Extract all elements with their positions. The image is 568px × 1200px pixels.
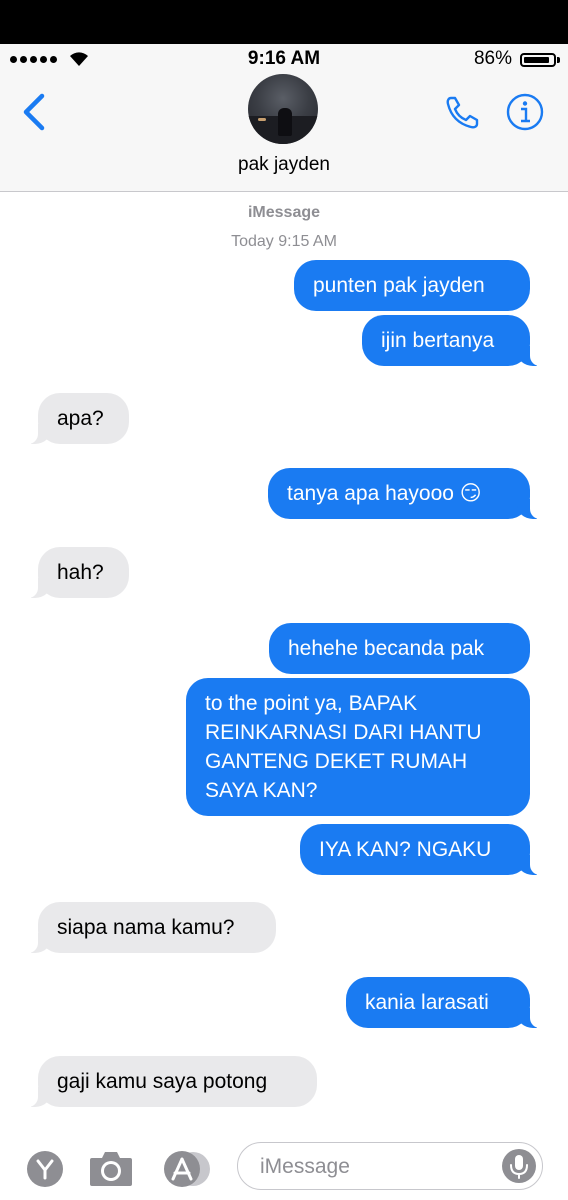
message-input[interactable] — [258, 1143, 492, 1190]
battery-icon — [520, 53, 556, 67]
thread-timestamp: Today 9:15 AM — [231, 233, 337, 250]
back-chevron-icon[interactable] — [18, 92, 50, 132]
status-bar: 9:16 AM 86% — [0, 44, 568, 74]
sent-message[interactable]: punten pak jayden — [294, 260, 530, 311]
received-message[interactable]: hah? — [18, 547, 129, 598]
message-input-field[interactable] — [237, 1142, 543, 1190]
received-message[interactable]: apa? — [18, 393, 129, 444]
conversation-header: pak jayden — [0, 74, 568, 192]
contact-avatar[interactable] — [248, 74, 318, 144]
sent-message[interactable]: tanya apa hayooo 😏 — [268, 468, 550, 519]
info-icon[interactable] — [505, 92, 545, 132]
received-message[interactable]: siapa nama kamu? — [18, 902, 276, 953]
app-drawer-icon[interactable] — [26, 1150, 64, 1188]
microphone-icon[interactable] — [502, 1149, 536, 1183]
sent-message[interactable]: IYA KAN? NGAKU — [300, 824, 550, 875]
sent-message[interactable]: kania larasati — [346, 977, 550, 1028]
sent-message[interactable]: to the point ya, BAPAK REINKARNASI DARI … — [186, 678, 530, 816]
sent-message[interactable]: ijin bertanya — [362, 315, 550, 366]
top-bezel — [0, 0, 568, 44]
received-message[interactable]: gaji kamu saya potong — [18, 1056, 317, 1107]
app-store-icon[interactable] — [162, 1150, 212, 1188]
phone-icon[interactable] — [443, 92, 483, 132]
sent-message[interactable]: hehehe becanda pak — [269, 623, 530, 674]
camera-icon[interactable] — [88, 1148, 134, 1188]
battery-percentage: 86% — [473, 48, 512, 69]
contact-name[interactable]: pak jayden — [0, 154, 568, 176]
composer-bar — [0, 1132, 568, 1200]
service-label: iMessage — [247, 204, 321, 221]
